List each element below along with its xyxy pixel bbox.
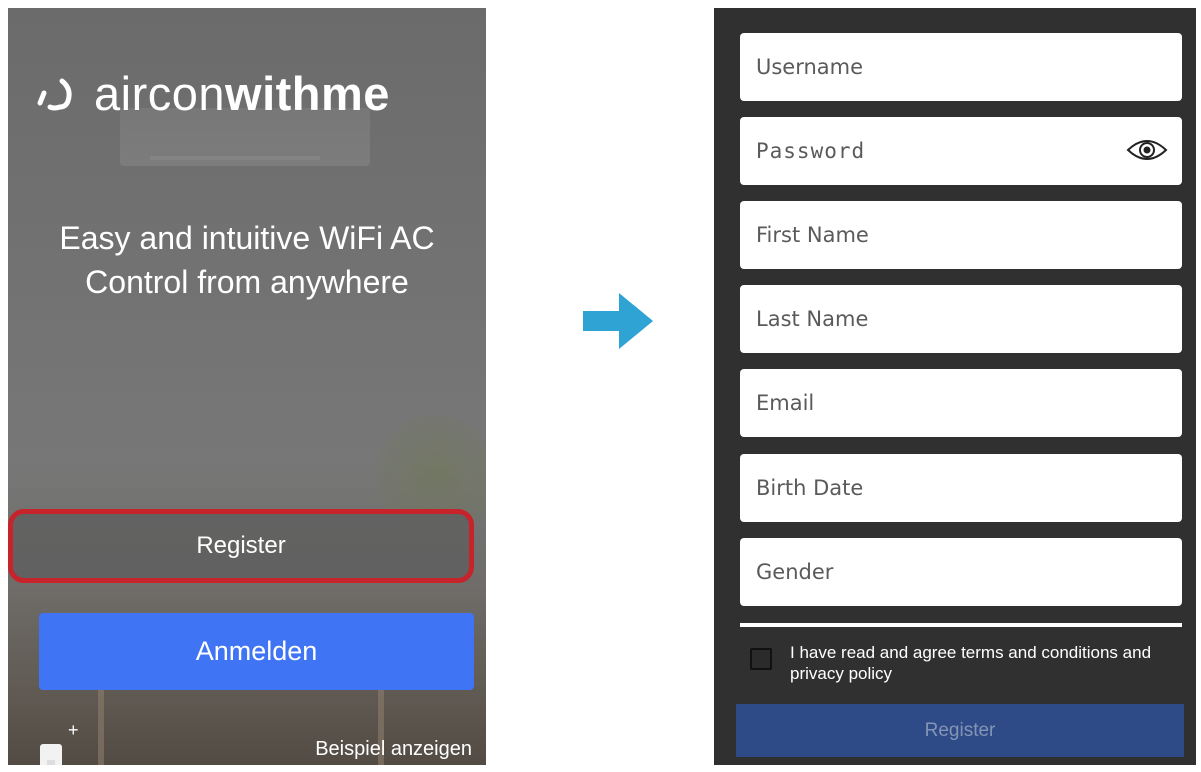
birth-date-field[interactable] <box>740 454 1182 522</box>
tagline-line-1: Easy and intuitive WiFi AC <box>59 220 435 256</box>
airconwithme-logo-icon <box>32 63 94 123</box>
logo-wordmark: airconwithme <box>94 66 390 121</box>
form-divider <box>740 623 1182 627</box>
tagline: Easy and intuitive WiFi AC Control from … <box>8 216 486 304</box>
password-input[interactable] <box>754 130 1138 172</box>
welcome-screen: airconwithme Easy and intuitive WiFi AC … <box>8 8 486 765</box>
add-device-plus: + <box>68 722 78 740</box>
email-input[interactable] <box>754 382 1138 424</box>
terms-checkbox[interactable] <box>750 648 772 670</box>
last-name-field[interactable] <box>740 285 1182 353</box>
logo-text-light: aircon <box>94 66 226 120</box>
register-button[interactable]: Register <box>8 509 474 583</box>
gender-input[interactable] <box>754 551 1138 593</box>
login-button[interactable]: Anmelden <box>39 613 474 690</box>
terms-label: I have read and agree terms and conditio… <box>790 643 1152 683</box>
eye-icon[interactable] <box>1126 135 1168 165</box>
email-field[interactable] <box>740 369 1182 437</box>
registration-form: I have read and agree terms and conditio… <box>714 8 1196 765</box>
app-logo: airconwithme <box>32 58 390 128</box>
username-input[interactable] <box>754 46 1138 88</box>
demo-link[interactable]: Beispiel anzeigen <box>315 738 472 761</box>
password-field[interactable] <box>740 117 1182 185</box>
arrow-right-icon <box>583 293 653 349</box>
gender-field[interactable] <box>740 538 1182 606</box>
first-name-field[interactable] <box>740 201 1182 269</box>
last-name-input[interactable] <box>754 298 1138 340</box>
first-name-input[interactable] <box>754 214 1138 256</box>
username-field[interactable] <box>740 33 1182 101</box>
add-device-icon[interactable]: + <box>38 720 79 765</box>
submit-register-button[interactable]: Register <box>736 704 1184 757</box>
logo-text-bold: withme <box>225 66 390 120</box>
birth-date-input[interactable] <box>754 467 1138 509</box>
tagline-line-2: Control from anywhere <box>85 264 409 300</box>
